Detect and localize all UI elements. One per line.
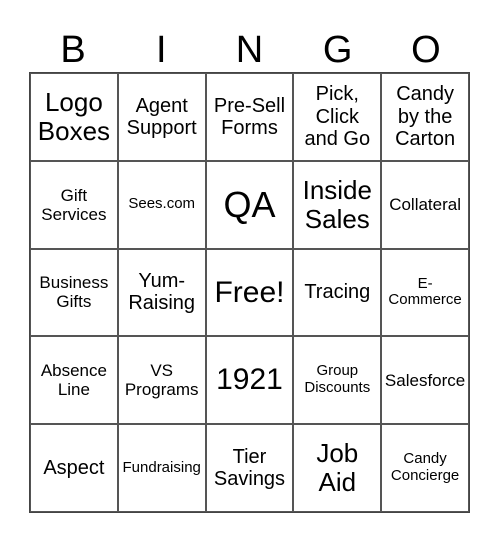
bingo-cell[interactable]: Group Discounts: [293, 336, 382, 425]
bingo-cell[interactable]: Gift Services: [30, 160, 118, 249]
free-space[interactable]: Free!: [205, 248, 294, 337]
header-letter-n: N: [235, 29, 264, 71]
header-letter-o: O: [411, 29, 441, 71]
bingo-cell[interactable]: Pick, Click and Go: [293, 73, 382, 161]
header-letter-g: G: [322, 29, 353, 71]
bingo-cell[interactable]: Agent Support: [117, 73, 206, 161]
bingo-cell[interactable]: Candy by the Carton: [381, 73, 469, 161]
bingo-cell[interactable]: Inside Sales: [293, 160, 382, 249]
bingo-cell[interactable]: Yum-Raising: [117, 248, 206, 337]
bingo-cell[interactable]: VS Programs: [117, 336, 206, 425]
bingo-cell[interactable]: Fundraising: [117, 424, 206, 512]
bingo-cell[interactable]: Sees.com: [117, 160, 206, 249]
bingo-cell[interactable]: Business Gifts: [30, 248, 118, 337]
bingo-grid: Logo Boxes Agent Support Pre-Sell Forms …: [29, 72, 470, 513]
bingo-cell[interactable]: Aspect: [30, 424, 118, 512]
bingo-cell[interactable]: Pre-Sell Forms: [205, 73, 294, 161]
bingo-cell[interactable]: E-Commerce: [381, 248, 469, 337]
bingo-cell[interactable]: Tracing: [293, 248, 382, 337]
bingo-cell[interactable]: Logo Boxes: [30, 73, 118, 161]
bingo-cell[interactable]: Salesforce: [381, 336, 469, 425]
bingo-cell[interactable]: Candy Concierge: [381, 424, 469, 512]
bingo-cell[interactable]: QA: [205, 160, 294, 249]
bingo-cell[interactable]: 1921: [205, 336, 294, 425]
bingo-header: B I N G O: [29, 28, 470, 72]
bingo-cell[interactable]: Job Aid: [293, 424, 382, 512]
bingo-cell[interactable]: Collateral: [381, 160, 469, 249]
header-letter-i: I: [156, 29, 167, 71]
bingo-cell[interactable]: Tier Savings: [205, 424, 294, 512]
bingo-cell[interactable]: Absence Line: [30, 336, 118, 425]
header-letter-b: B: [60, 29, 86, 71]
